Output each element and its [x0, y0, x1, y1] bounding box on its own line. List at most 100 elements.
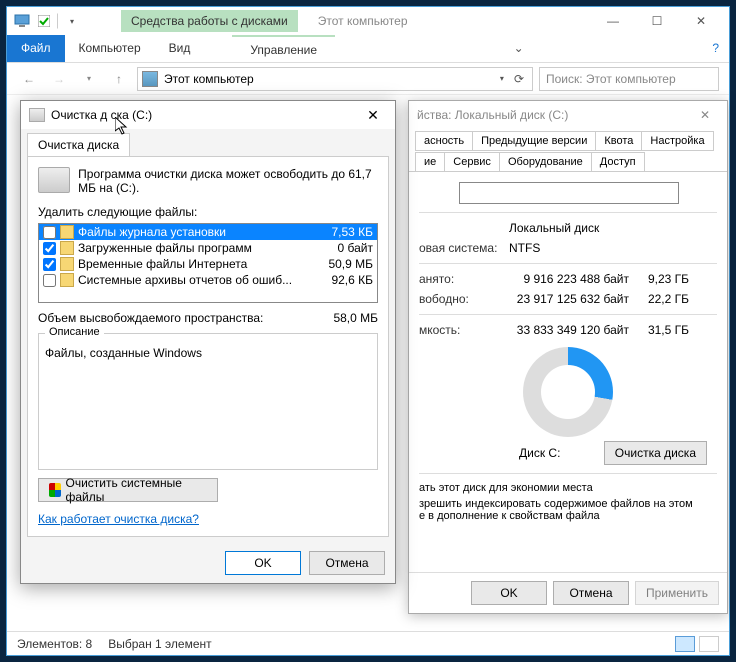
- freed-label: Объем высвобождаемого пространства:: [38, 311, 263, 325]
- disk-name-input[interactable]: [459, 182, 679, 204]
- ok-button[interactable]: OK: [471, 581, 547, 605]
- up-button[interactable]: ↑: [107, 67, 131, 91]
- checkbox-icon[interactable]: [35, 12, 53, 30]
- file-tab[interactable]: Файл: [7, 35, 65, 62]
- maximize-button[interactable]: ☐: [635, 8, 679, 34]
- free-gb: 22,2 ГБ: [629, 292, 689, 306]
- description-text: Файлы, созданные Windows: [45, 346, 371, 360]
- status-bar: Элементов: 8 Выбран 1 элемент: [7, 631, 729, 655]
- apply-button[interactable]: Применить: [635, 581, 719, 605]
- close-button[interactable]: ✕: [691, 108, 719, 122]
- clean-system-files-label: Очистить системные файлы: [65, 476, 207, 504]
- file-list-item[interactable]: Загруженные файлы программ 0 байт: [39, 240, 377, 256]
- free-bytes: 23 917 125 632 байт: [509, 292, 629, 306]
- tab-customize[interactable]: Настройка: [641, 131, 713, 151]
- tab-tools[interactable]: Сервис: [444, 152, 500, 172]
- tab-general[interactable]: ие: [415, 152, 445, 172]
- used-label: анято:: [419, 272, 509, 286]
- file-checkbox[interactable]: [43, 242, 56, 255]
- pc-icon[interactable]: [13, 12, 31, 30]
- file-icon: [60, 273, 74, 287]
- tab-prev-versions[interactable]: Предыдущие версии: [472, 131, 596, 151]
- file-name: Файлы журнала установки: [78, 225, 309, 239]
- tab-quota[interactable]: Квота: [595, 131, 642, 151]
- close-button[interactable]: ✕: [679, 8, 723, 34]
- used-bytes: 9 916 223 488 байт: [509, 272, 629, 286]
- nav-row: ← → ▾ ↑ Этот компьютер ▾ ⟳ Поиск: Этот к…: [7, 63, 729, 95]
- disk-type: Локальный диск: [509, 221, 599, 235]
- details-view-button[interactable]: [675, 636, 695, 652]
- ribbon-tab-view[interactable]: Вид: [155, 35, 205, 62]
- qat-dropdown-icon[interactable]: ▾: [63, 12, 81, 30]
- file-name: Загруженные файлы программ: [78, 241, 309, 255]
- minimize-button[interactable]: —: [591, 8, 635, 34]
- window-controls: — ☐ ✕: [591, 8, 723, 34]
- tab-hardware[interactable]: Оборудование: [499, 152, 592, 172]
- ribbon: Файл Компьютер Вид Управление ⌄ ?: [7, 35, 729, 63]
- status-selection: Выбран 1 элемент: [108, 637, 211, 651]
- file-icon: [60, 225, 74, 239]
- file-size: 7,53 КБ: [313, 225, 373, 239]
- titlebar: ▾ Средства работы с дисками Этот компьют…: [7, 7, 729, 35]
- cleanup-tab[interactable]: Очистка диска: [27, 133, 130, 156]
- file-list-item[interactable]: Файлы журнала установки 7,53 КБ: [39, 224, 377, 240]
- file-checkbox[interactable]: [43, 258, 56, 271]
- drive-icon: [29, 108, 45, 122]
- disk-usage-chart: [523, 347, 613, 437]
- props-body: Локальный диск овая система:NTFS анято:9…: [409, 171, 727, 572]
- index-checkbox-label[interactable]: зрешить индексировать содержимое файлов …: [419, 498, 717, 522]
- props-title: йства: Локальный диск (C:): [417, 108, 568, 122]
- tab-security[interactable]: асность: [415, 131, 473, 151]
- back-button[interactable]: ←: [17, 67, 41, 91]
- disk-cleanup-dialog: Очистка д ска (C:) ✕ Очистка диска Прогр…: [20, 100, 396, 584]
- help-icon[interactable]: ?: [702, 35, 729, 62]
- breadcrumb[interactable]: Этот компьютер: [164, 72, 254, 86]
- props-titlebar: йства: Локальный диск (C:) ✕: [409, 101, 727, 129]
- forward-button[interactable]: →: [47, 67, 71, 91]
- tab-sharing[interactable]: Доступ: [591, 152, 645, 172]
- ribbon-tab-computer[interactable]: Компьютер: [65, 35, 155, 62]
- close-button[interactable]: ✕: [359, 107, 387, 124]
- description-box: Описание Файлы, созданные Windows: [38, 333, 378, 470]
- cleanup-titlebar: Очистка д ска (C:) ✕: [21, 101, 395, 129]
- ribbon-collapse-icon[interactable]: ⌄: [504, 35, 534, 62]
- free-label: вободно:: [419, 292, 509, 306]
- file-list-item[interactable]: Системные архивы отчетов об ошиб... 92,6…: [39, 272, 377, 288]
- file-checkbox[interactable]: [43, 274, 56, 287]
- clean-system-files-button[interactable]: Очистить системные файлы: [38, 478, 218, 502]
- history-dropdown-icon[interactable]: ▾: [77, 67, 101, 91]
- icons-view-button[interactable]: [699, 636, 719, 652]
- separator: [57, 13, 59, 29]
- file-name: Временные файлы Интернета: [78, 257, 309, 271]
- breadcrumb-dropdown-icon[interactable]: ▾: [500, 74, 504, 83]
- cleanup-title: Очистка д ска (C:): [51, 108, 152, 122]
- refresh-icon[interactable]: ⟳: [510, 72, 528, 86]
- help-link[interactable]: Как работает очистка диска?: [38, 512, 378, 526]
- context-tab-manage[interactable]: Управление: [232, 35, 335, 62]
- search-input[interactable]: Поиск: Этот компьютер: [539, 67, 719, 91]
- cleanup-intro: Программа очистки диска может освободить…: [38, 167, 378, 195]
- fs-value: NTFS: [509, 241, 540, 255]
- cancel-button[interactable]: Отмена: [553, 581, 629, 605]
- cap-label: мкость:: [419, 323, 509, 337]
- chart-label: Диск C:: [519, 446, 560, 460]
- file-list-item[interactable]: Временные файлы Интернета 50,9 МБ: [39, 256, 377, 272]
- window-title: Этот компьютер: [318, 14, 408, 28]
- used-gb: 9,23 ГБ: [629, 272, 689, 286]
- file-checkbox[interactable]: [43, 226, 56, 239]
- file-icon: [60, 241, 74, 255]
- address-bar[interactable]: Этот компьютер ▾ ⟳: [137, 67, 533, 91]
- cancel-button[interactable]: Отмена: [309, 551, 385, 575]
- quick-access-toolbar: ▾: [13, 12, 81, 30]
- compress-checkbox-label[interactable]: ать этот диск для экономии места: [419, 482, 717, 494]
- ok-button[interactable]: OK: [225, 551, 301, 575]
- status-item-count: Элементов: 8: [17, 637, 92, 651]
- file-list[interactable]: Файлы журнала установки 7,53 КБ Загружен…: [38, 223, 378, 303]
- freed-value: 58,0 МБ: [333, 311, 378, 325]
- props-buttons: OK Отмена Применить: [409, 572, 727, 613]
- intro-text: Программа очистки диска может освободить…: [78, 167, 378, 195]
- file-name: Системные архивы отчетов об ошиб...: [78, 273, 309, 287]
- cleanup-body: Программа очистки диска может освободить…: [27, 156, 389, 537]
- disk-cleanup-button[interactable]: Очистка диска: [604, 441, 707, 465]
- shield-icon: [49, 483, 61, 497]
